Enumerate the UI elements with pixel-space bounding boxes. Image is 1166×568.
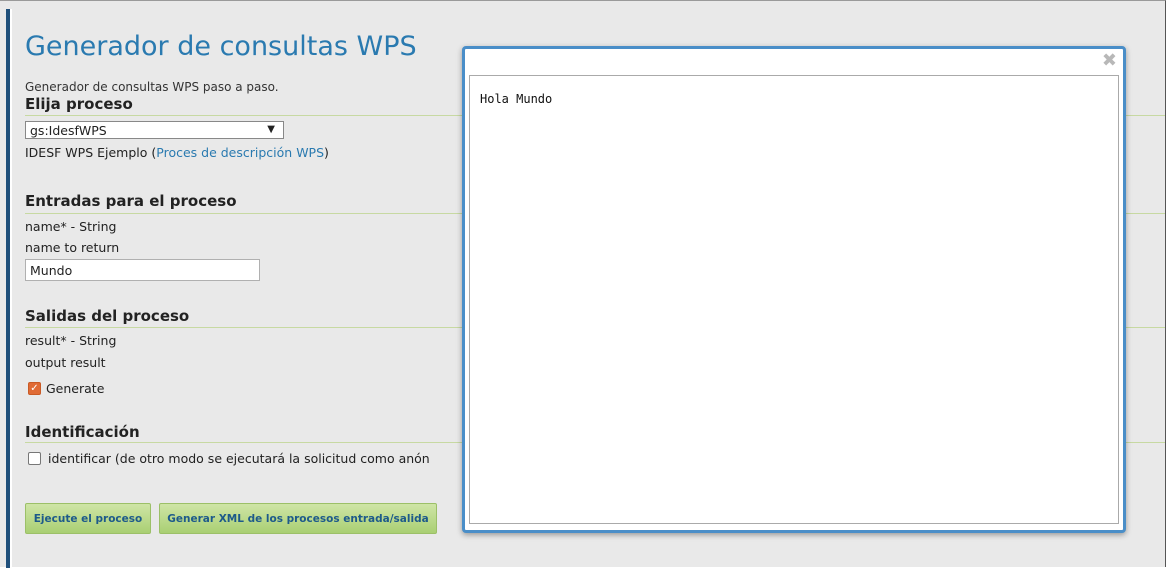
input-param-description: name to return bbox=[25, 240, 120, 255]
process-select-value: gs:IdesfWPS bbox=[30, 123, 107, 138]
input-param-label: name* - String bbox=[25, 219, 117, 234]
identify-checkbox[interactable] bbox=[28, 452, 41, 465]
process-select[interactable]: gs:IdesfWPS ▼ bbox=[25, 121, 284, 139]
name-input[interactable] bbox=[25, 259, 260, 281]
process-description-link[interactable]: Proces de descripción WPS bbox=[156, 145, 324, 160]
chevron-down-icon: ▼ bbox=[267, 124, 275, 135]
page-subtitle: Generador de consultas WPS paso a paso. bbox=[25, 80, 279, 94]
output-result-description: output result bbox=[25, 355, 106, 370]
generate-xml-button[interactable]: Generar XML de los procesos entrada/sali… bbox=[159, 503, 437, 534]
page-title: Generador de consultas WPS bbox=[25, 31, 417, 62]
page-frame: Generador de consultas WPS Generador de … bbox=[0, 0, 1166, 568]
result-modal: ✖ Hola Mundo bbox=[462, 46, 1126, 533]
generate-checkbox[interactable]: ✓ bbox=[28, 382, 41, 395]
modal-body: Hola Mundo bbox=[469, 75, 1119, 524]
outputs-heading: Salidas del proceso bbox=[25, 307, 190, 325]
process-description-text: IDESF WPS Ejemplo ( bbox=[25, 145, 157, 160]
generate-label: Generate bbox=[46, 381, 105, 396]
process-description: IDESF WPS Ejemplo (Proces de descripción… bbox=[25, 145, 329, 160]
left-accent-bar-highlight bbox=[10, 9, 12, 568]
inputs-heading: Entradas para el proceso bbox=[25, 192, 237, 210]
modal-output-text: Hola Mundo bbox=[480, 92, 553, 106]
identify-label: identificar (de otro modo se ejecutará l… bbox=[48, 451, 430, 466]
execute-process-button[interactable]: Ejecute el proceso bbox=[25, 503, 151, 534]
identification-heading: Identificación bbox=[25, 423, 140, 441]
process-description-close: ) bbox=[324, 145, 329, 160]
output-result-label: result* - String bbox=[25, 333, 117, 348]
close-icon[interactable]: ✖ bbox=[1102, 52, 1117, 70]
process-heading: Elija proceso bbox=[25, 95, 133, 113]
